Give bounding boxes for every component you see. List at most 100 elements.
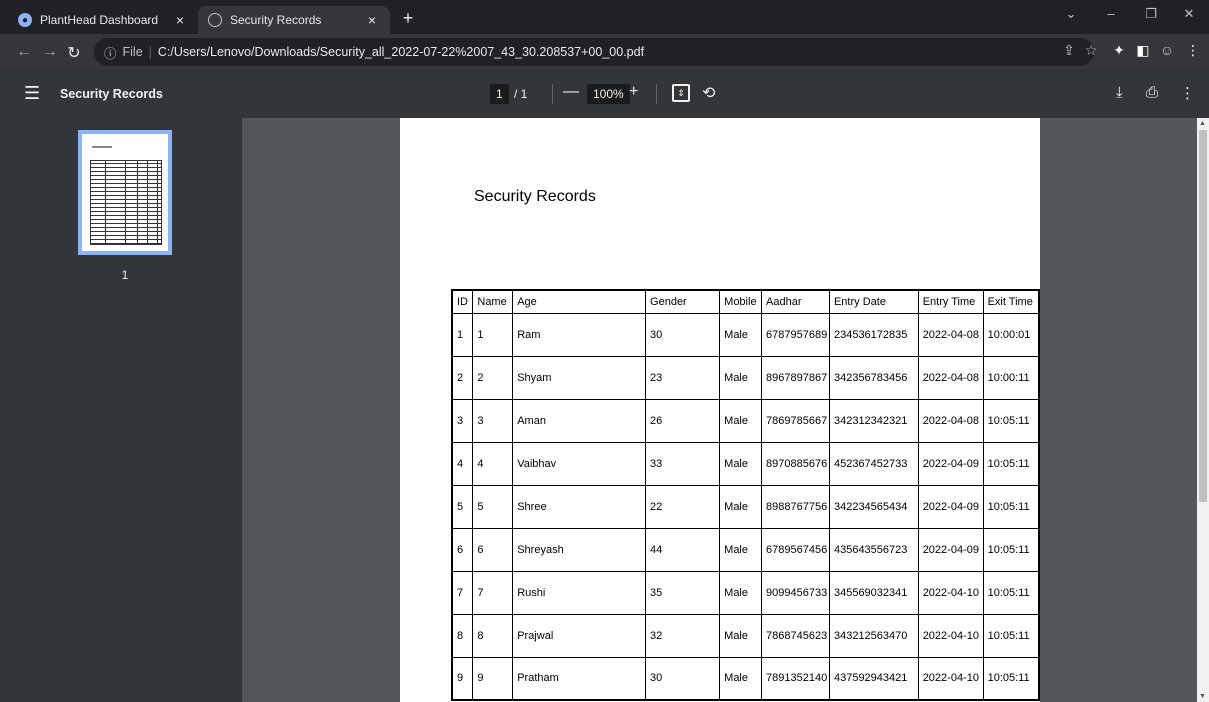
table-cell: 234536172835 (828, 312, 919, 357)
download-icon[interactable]: ⤓ (1116, 84, 1123, 101)
table-row: 6 6 Shreyash 44 Male 6789567456 43564355… (451, 527, 1040, 572)
column-header: Name (472, 289, 514, 314)
tab-security-records[interactable]: Security Records × (198, 6, 390, 34)
zoom-in-button[interactable]: + (629, 83, 638, 101)
zoom-level-input[interactable]: 100% (587, 84, 630, 104)
security-records-table: ID Name Age Gender Mobile Aadhar Entry D… (451, 289, 1040, 701)
fit-to-page-icon[interactable]: ⇕ (672, 84, 690, 102)
new-tab-button[interactable]: + (398, 8, 418, 29)
table-cell: 10:05:11 (982, 398, 1040, 443)
page-number-input[interactable]: 1 (490, 84, 509, 104)
table-cell: 33 (645, 441, 721, 486)
table-cell: 10:00:11 (982, 355, 1040, 400)
profile-avatar-icon[interactable]: ☺ (1156, 42, 1178, 58)
table-cell: 6 (451, 527, 474, 572)
scroll-up-arrow-icon[interactable]: ▲ (1199, 120, 1206, 127)
tab-title: PlantHead Dashboard (40, 13, 159, 27)
extensions-puzzle-icon[interactable]: ✦ (1108, 42, 1130, 59)
pdf-viewer[interactable]: Security Records ID Name Age Gender Mobi… (242, 118, 1197, 702)
table-cell: Male (719, 441, 763, 486)
table-cell: 32 (645, 613, 721, 658)
table-cell: Male (719, 398, 763, 443)
column-header: Exit Time (982, 289, 1040, 314)
site-info-icon[interactable]: ⓘ (104, 43, 117, 62)
address-bar[interactable]: ⓘ File | C:/Users/Lenovo/Downloads/Secur… (94, 38, 1094, 66)
back-arrow-icon[interactable]: ← (12, 43, 36, 61)
browser-menu-icon[interactable]: ⋮ (1182, 42, 1204, 59)
table-cell: 2022-04-08 (917, 312, 984, 357)
toolbar-divider (656, 84, 657, 104)
page-total: / 1 (514, 87, 528, 101)
table-cell: 1 (451, 312, 474, 357)
table-cell: 4 (451, 441, 474, 486)
table-row: 8 8 Prajwal 32 Male 7868745623 343212563… (451, 613, 1040, 658)
planthead-favicon-icon: ● (18, 13, 32, 27)
table-cell: Male (719, 527, 763, 572)
thumbnail-panel: 1 (0, 118, 242, 702)
table-cell: 3 (472, 398, 514, 443)
thumbnail-table (90, 160, 162, 245)
restore-button[interactable]: ❐ (1136, 6, 1166, 22)
close-window-button[interactable]: ✕ (1174, 6, 1204, 22)
toolbar-divider (552, 84, 553, 104)
share-icon[interactable]: ⇪ (1058, 42, 1080, 59)
print-icon[interactable]: ⎙ (1146, 84, 1158, 101)
table-cell: 8970885676 (761, 441, 830, 486)
tab-search-dropdown-icon[interactable]: ⌄ (1056, 6, 1086, 22)
scrollbar-thumb[interactable] (1199, 130, 1207, 502)
table-cell: Shyam (512, 355, 647, 400)
table-row: 2 2 Shyam 23 Male 8967897867 34235678345… (451, 355, 1040, 400)
tab-close-icon[interactable]: × (364, 12, 380, 28)
hamburger-menu-icon[interactable]: ☰ (24, 83, 40, 104)
table-cell: 10:05:11 (982, 441, 1040, 486)
table-cell: 30 (645, 656, 721, 701)
table-cell: 30 (645, 312, 721, 357)
tab-close-icon[interactable]: × (172, 12, 188, 28)
vertical-scrollbar[interactable]: ▲ ▼ (1197, 118, 1209, 702)
table-cell: 10:05:11 (982, 613, 1040, 658)
table-cell: 9099456733 (761, 570, 830, 615)
rotate-icon[interactable]: ⟲ (702, 83, 715, 103)
document-title: Security Records (474, 188, 596, 205)
table-cell: Vaibhav (512, 441, 647, 486)
table-cell: 8988767756 (761, 484, 830, 529)
table-cell: 10:05:11 (982, 656, 1040, 701)
bookmark-star-icon[interactable]: ☆ (1080, 42, 1102, 59)
url-text[interactable]: C:/Users/Lenovo/Downloads/Security_all_2… (158, 45, 644, 59)
column-header: Entry Time (917, 289, 984, 314)
table-cell: 343212563470 (828, 613, 919, 658)
forward-arrow-icon[interactable]: → (38, 43, 62, 61)
table-cell: 2022-04-10 (917, 613, 984, 658)
table-cell: 2 (451, 355, 474, 400)
table-cell: 2022-04-09 (917, 441, 984, 486)
table-cell: 2022-04-10 (917, 656, 984, 701)
tab-planthead-dashboard[interactable]: ● PlantHead Dashboard × (8, 6, 198, 34)
table-cell: 8 (451, 613, 474, 658)
table-cell: Prajwal (512, 613, 647, 658)
scroll-down-arrow-icon[interactable]: ▼ (1199, 693, 1206, 700)
table-cell: 10:00:01 (982, 312, 1040, 357)
side-panel-icon[interactable]: ◧ (1132, 42, 1154, 59)
minimize-button[interactable]: – (1096, 6, 1126, 21)
table-cell: Male (719, 613, 763, 658)
url-separator: | (148, 45, 152, 59)
table-row: 3 3 Aman 26 Male 7869785667 342312342321… (451, 398, 1040, 443)
table-cell: Male (719, 570, 763, 615)
table-cell: 3 (451, 398, 474, 443)
globe-icon (208, 13, 222, 27)
table-cell: 2022-04-10 (917, 570, 984, 615)
table-cell: 5 (472, 484, 514, 529)
table-cell: 7 (472, 570, 514, 615)
column-header: Mobile (719, 289, 763, 314)
reload-icon[interactable]: ↻ (62, 43, 86, 63)
table-cell: 10:05:11 (982, 570, 1040, 615)
table-cell: 2022-04-09 (917, 484, 984, 529)
table-cell: 452367452733 (828, 441, 919, 486)
table-cell: 2022-04-08 (917, 398, 984, 443)
more-options-icon[interactable]: ⋮ (1180, 84, 1195, 102)
table-cell: 35 (645, 570, 721, 615)
table-row: 1 1 Ram 30 Male 6787957689 234536172835 … (451, 312, 1040, 357)
page-thumbnail[interactable] (78, 130, 172, 255)
zoom-out-button[interactable]: — (563, 83, 579, 101)
url-scheme: File (122, 45, 143, 59)
